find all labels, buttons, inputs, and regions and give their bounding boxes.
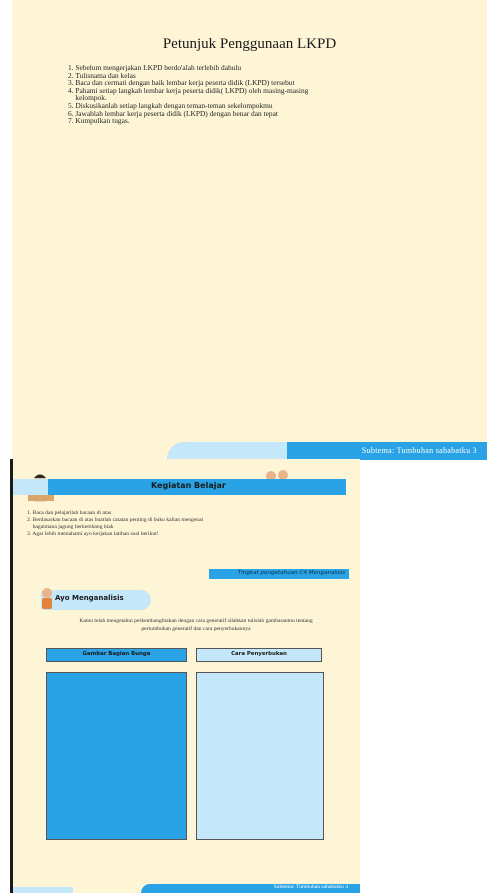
page-2: Kegiatan Belajar 1. Baca dan pelajarilah… <box>13 459 360 893</box>
list-item: 1. Baca dan pelajarilah bacaan di atas <box>27 510 112 516</box>
header-accent <box>13 479 48 495</box>
footer-text: Subtema: Tumbuhan sahabatku 3 <box>361 446 477 455</box>
answer-box-flower-parts[interactable] <box>46 672 187 840</box>
page-1: Petunjuk Penggunaan LKPD 1. Sebelum meng… <box>12 0 487 460</box>
section-title: Kegiatan Belajar <box>151 481 226 490</box>
knowledge-level-text: Tingkat pengetahuan C4 Menganalisis <box>237 570 345 576</box>
task-instruction: Kamu telah mengetahui perkembangbiakan d… <box>79 618 313 632</box>
page-title: Petunjuk Penggunaan LKPD <box>162 36 337 52</box>
list-item: 7. Kumpulkan tugas. <box>68 116 130 126</box>
footer-wave <box>167 442 287 460</box>
column-header-label: Gambar Bagian Bunga <box>82 651 151 657</box>
page-footer: Subtema: Tumbuhan sahabatku 3 <box>167 442 487 460</box>
page-footer: Subtema: Tumbuhan sahabatku 4 <box>141 884 360 893</box>
knowledge-level-banner: Tingkat pengetahuan C4 Menganalisis <box>209 569 349 579</box>
instruction-list: 1. Sebelum mengerjakan LKPD berdo'alah t… <box>68 64 408 125</box>
column-header-label: Cara Penyerbukan <box>231 651 287 657</box>
column-header-flower-parts: Gambar Bagian Bunga <box>46 648 187 662</box>
list-item: 3. Agar lebih memahami ayo kerjakan lati… <box>27 531 159 537</box>
list-item: bagaimana jagung berkembang biak <box>27 524 114 530</box>
footer-text: Subtema: Tumbuhan sahabatku 4 <box>273 884 348 890</box>
list-item: 4. Pahami setiap langkah lembar kerja pe… <box>68 85 309 95</box>
section-header: Kegiatan Belajar <box>13 479 346 495</box>
answer-box-pollination[interactable] <box>196 672 324 840</box>
instruction-list: 1. Baca dan pelajarilah bacaan di atas 2… <box>27 510 327 538</box>
ayo-menganalisis-label: Ayo Menganalisis <box>55 594 124 602</box>
student-icon <box>42 588 52 609</box>
list-item: 2. Berdasarkan bacaan di atas buatlah ca… <box>27 517 204 523</box>
column-header-pollination: Cara Penyerbukan <box>196 648 322 662</box>
footer-accent <box>13 887 73 893</box>
